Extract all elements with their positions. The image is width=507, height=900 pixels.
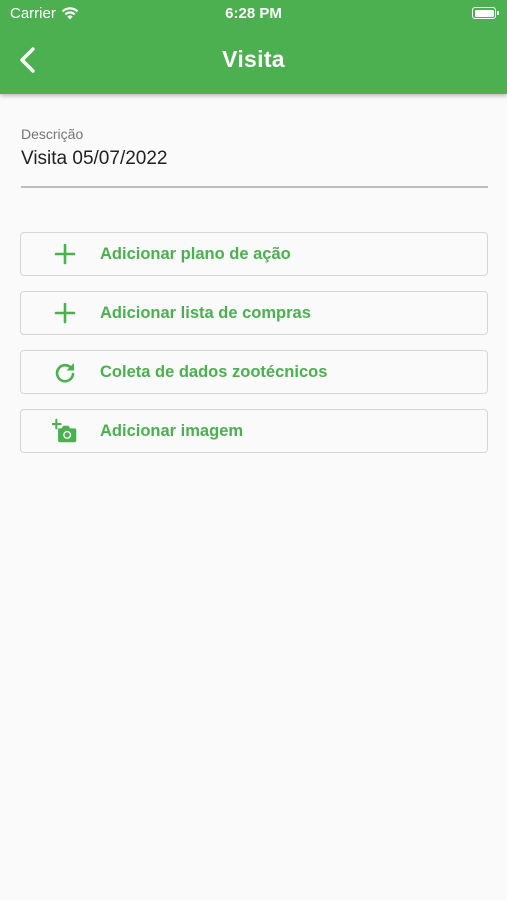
status-time: 6:28 PM: [225, 5, 282, 22]
zootechnical-data-label: Coleta de dados zootécnicos: [100, 362, 328, 381]
action-list: Adicionar plano de ação Adicionar lista …: [20, 232, 488, 468]
description-input[interactable]: Visita 05/07/2022: [21, 148, 488, 170]
description-label: Descrição: [21, 126, 84, 142]
plus-icon: [52, 241, 78, 267]
description-field[interactable]: Descrição Visita 05/07/2022: [21, 126, 488, 188]
add-action-plan-label: Adicionar plano de ação: [100, 244, 291, 263]
add-image-label: Adicionar imagem: [100, 421, 244, 440]
add-shopping-list-button[interactable]: Adicionar lista de compras: [20, 291, 488, 335]
battery-icon: [472, 7, 499, 19]
plus-icon: [52, 300, 78, 326]
add-action-plan-button[interactable]: Adicionar plano de ação: [20, 232, 488, 276]
refresh-icon: [52, 359, 78, 385]
add-photo-icon: [52, 418, 78, 444]
add-image-button[interactable]: Adicionar imagem: [20, 409, 488, 453]
status-bar: Carrier 6:28 PM: [0, 0, 507, 28]
zootechnical-data-button[interactable]: Coleta de dados zootécnicos: [20, 350, 488, 394]
add-shopping-list-label: Adicionar lista de compras: [100, 303, 311, 322]
app-bar: Carrier 6:28 PM Visita: [0, 0, 507, 94]
page-title: Visita: [222, 46, 285, 72]
